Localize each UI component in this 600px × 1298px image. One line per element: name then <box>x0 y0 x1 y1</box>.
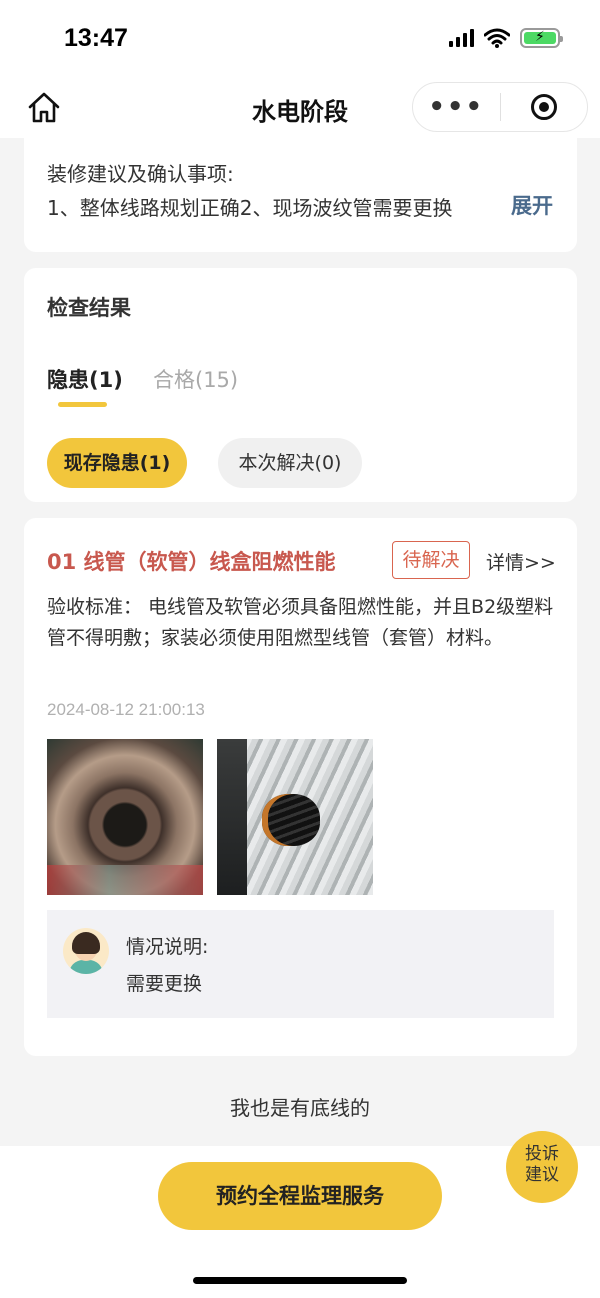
feedback-button[interactable]: 投诉 建议 <box>506 1131 578 1203</box>
mini-program-capsule: ••• <box>412 82 588 132</box>
issue-title: 01 线管（软管）线盒阻燃性能 <box>47 550 336 574</box>
close-button[interactable] <box>501 94 588 120</box>
result-title: 检查结果 <box>47 296 131 320</box>
filter-resolved[interactable]: 本次解决(0) <box>218 438 362 488</box>
avatar <box>63 928 109 974</box>
signal-icon <box>449 29 474 47</box>
expand-link[interactable]: 展开 <box>511 190 553 220</box>
tab-pass[interactable]: 合格(15) <box>153 364 238 394</box>
end-of-list-text: 我也是有底线的 <box>230 1096 370 1120</box>
status-badge: 待解决 <box>392 541 470 579</box>
status-bar: 13:47 ⚡ <box>0 0 600 80</box>
filter-current-hazard[interactable]: 现存隐患(1) <box>47 438 187 488</box>
note-box: 情况说明: 需要更换 <box>47 910 554 1018</box>
book-supervision-button[interactable]: 预约全程监理服务 <box>158 1162 442 1230</box>
nav-bar: 水电阶段 ••• <box>0 80 600 138</box>
result-card: 检查结果 隐患(1) 合格(15) 现存隐患(1) 本次解决(0) <box>24 268 577 502</box>
issue-timestamp: 2024-08-12 21:00:13 <box>47 700 205 719</box>
note-label: 情况说明: <box>126 936 209 958</box>
acceptance-standard: 验收标准： 电线管及软管必须具备阻燃性能，并且B2级塑料管不得明敷；家装必须使用… <box>47 596 554 649</box>
issue-photo[interactable] <box>217 739 373 895</box>
tab-hazard[interactable]: 隐患(1) <box>47 364 123 394</box>
suggestion-text: 1、整体线路规划正确2、现场波纹管需要更换 <box>47 196 453 220</box>
suggestion-label: 装修建议及确认事项: <box>47 162 234 186</box>
active-tab-indicator <box>58 402 107 407</box>
target-icon <box>530 94 557 120</box>
note-text: 需要更换 <box>126 973 203 995</box>
home-indicator <box>193 1277 407 1284</box>
status-icons: ⚡ <box>449 28 563 48</box>
issue-card[interactable]: 01 线管（软管）线盒阻燃性能 待解决 详情>> 验收标准： 电线管及软管必须具… <box>24 518 577 1056</box>
more-button[interactable]: ••• <box>413 94 500 120</box>
battery-icon: ⚡ <box>520 28 563 48</box>
wifi-icon <box>484 28 510 48</box>
detail-link[interactable]: 详情>> <box>486 548 556 575</box>
feedback-label-line1: 投诉 <box>525 1144 559 1164</box>
suggestion-card: 装修建议及确认事项: 1、整体线路规划正确2、现场波纹管需要更换 展开 <box>24 138 577 252</box>
feedback-label-line2: 建议 <box>525 1165 559 1185</box>
issue-photo[interactable] <box>47 739 203 895</box>
status-time: 13:47 <box>64 24 128 52</box>
